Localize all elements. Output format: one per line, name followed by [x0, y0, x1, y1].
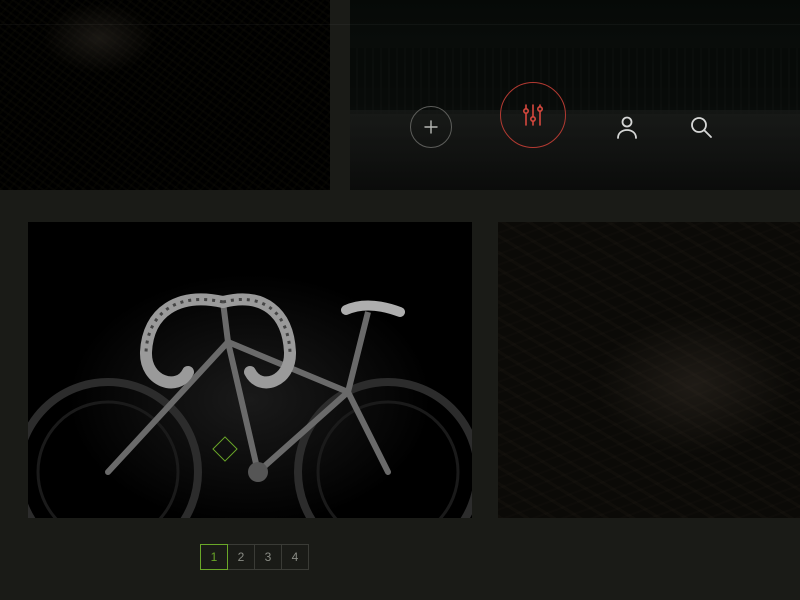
plus-icon — [423, 119, 439, 135]
page-2[interactable]: 2 — [227, 544, 255, 570]
page-label: 3 — [265, 550, 272, 564]
pagination: 1 2 3 4 — [200, 544, 309, 570]
search-icon — [688, 114, 714, 140]
settings-button[interactable] — [500, 82, 566, 148]
gallery-thumb-spruce[interactable] — [0, 0, 330, 190]
page-1[interactable]: 1 — [200, 544, 228, 570]
gallery-thumb-leaves[interactable] — [498, 222, 800, 518]
gallery-thumb-bicycle[interactable] — [28, 222, 472, 518]
hairline-rule — [0, 24, 800, 25]
page-label: 1 — [211, 550, 218, 564]
header-toolbar — [410, 92, 770, 162]
page-label: 4 — [292, 550, 299, 564]
page-3[interactable]: 3 — [254, 544, 282, 570]
user-icon — [614, 114, 640, 140]
leaves-image — [498, 222, 800, 518]
spruce-image — [0, 0, 330, 190]
profile-button[interactable] — [614, 114, 640, 140]
sliders-icon — [519, 101, 547, 129]
page-4[interactable]: 4 — [281, 544, 309, 570]
search-button[interactable] — [688, 114, 714, 140]
bicycle-image — [28, 222, 472, 518]
add-button[interactable] — [410, 106, 452, 148]
page-label: 2 — [238, 550, 245, 564]
